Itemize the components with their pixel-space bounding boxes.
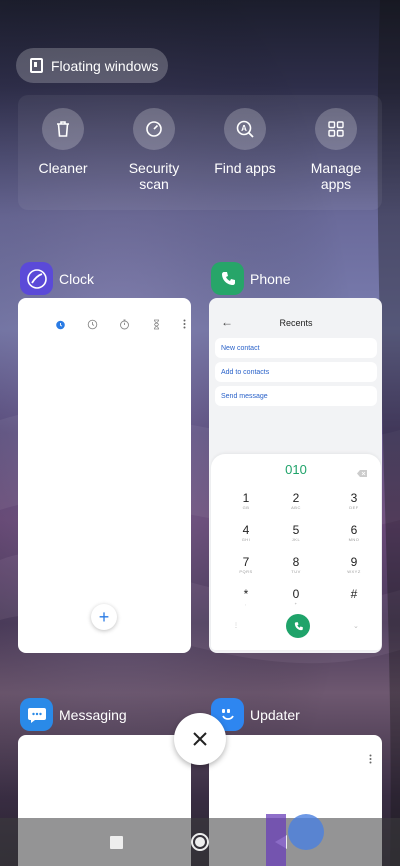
phone-app-header[interactable]: Phone	[211, 262, 290, 295]
clock-app-header[interactable]: Clock	[20, 262, 94, 295]
backspace-icon[interactable]	[357, 464, 367, 482]
key-hash[interactable]: #	[339, 588, 369, 601]
close-all-button[interactable]	[174, 713, 226, 765]
add-to-contacts-button[interactable]: Add to contacts	[215, 362, 377, 382]
stopwatch-icon[interactable]	[118, 318, 130, 330]
floating-windows-button[interactable]: Floating windows	[16, 48, 168, 83]
edge-decoration	[266, 814, 286, 866]
more-options-icon[interactable]	[369, 751, 372, 769]
messaging-app-icon	[20, 698, 53, 731]
manage-apps-label: Manage apps	[310, 160, 362, 192]
floating-window-icon	[30, 58, 43, 73]
plus-icon: +	[98, 606, 110, 627]
find-apps-label: Find apps	[214, 160, 276, 176]
more-options-icon[interactable]	[182, 318, 186, 330]
close-icon	[193, 732, 207, 746]
key-5[interactable]: 5 JKL	[281, 524, 311, 543]
key-6[interactable]: 6 MNO	[339, 524, 369, 543]
find-apps-icon: A	[224, 108, 266, 150]
dialpad-toggle-icon[interactable]: ⋮	[233, 622, 239, 629]
key-3[interactable]: 3 DEF	[339, 492, 369, 511]
messaging-app-name: Messaging	[59, 706, 127, 723]
call-button[interactable]	[286, 614, 310, 638]
trash-icon	[42, 108, 84, 150]
security-gauge-icon	[133, 108, 175, 150]
navigation-bar	[0, 814, 400, 866]
edge-decoration	[288, 814, 324, 850]
find-apps-button[interactable]: A Find apps	[205, 108, 285, 176]
security-scan-button[interactable]: Security scan	[114, 108, 194, 192]
key-star[interactable]: *,	[231, 588, 261, 607]
clock-app-name: Clock	[59, 270, 95, 287]
phone-app-card[interactable]: ← Recents New contact Add to contacts Se…	[209, 298, 382, 653]
key-7[interactable]: 7 PQRS	[231, 556, 261, 575]
clock-app-icon	[20, 262, 53, 295]
svg-text:A: A	[241, 124, 247, 133]
send-message-button[interactable]: Send message	[215, 386, 377, 406]
key-4[interactable]: 4 GHI	[231, 524, 261, 543]
home-icon	[191, 833, 209, 851]
security-scan-label: Security scan	[128, 160, 180, 192]
clock-app-card[interactable]: +	[18, 298, 191, 653]
call-icon	[294, 621, 303, 630]
timer-icon[interactable]	[150, 318, 162, 330]
new-contact-button[interactable]: New contact	[215, 338, 377, 358]
updater-app-name: Updater	[250, 706, 300, 723]
recents-title: Recents	[279, 318, 313, 328]
updater-app-header[interactable]: Updater	[211, 698, 300, 731]
world-clock-icon[interactable]	[86, 318, 98, 330]
cleaner-label: Cleaner	[38, 160, 88, 176]
cleaner-button[interactable]: Cleaner	[23, 108, 103, 176]
dialed-number: 010	[285, 462, 307, 477]
manage-apps-button[interactable]: Manage apps	[296, 108, 376, 192]
messaging-app-header[interactable]: Messaging	[20, 698, 127, 731]
home-button[interactable]	[190, 832, 210, 852]
grid-icon	[315, 108, 357, 150]
floating-windows-label: Floating windows	[51, 57, 159, 74]
phone-app-icon	[211, 262, 244, 295]
key-9[interactable]: 9 WXYZ	[339, 556, 369, 575]
collapse-dialpad-icon[interactable]: ⌄	[353, 622, 359, 630]
key-1[interactable]: 1 GB	[231, 492, 261, 511]
recents-button[interactable]	[110, 836, 123, 849]
add-alarm-button[interactable]: +	[91, 604, 117, 630]
key-2[interactable]: 2 ABC	[281, 492, 311, 511]
alarm-icon[interactable]	[54, 318, 66, 330]
clock-tabs	[54, 318, 186, 330]
phone-app-name: Phone	[250, 270, 291, 287]
key-8[interactable]: 8 TUV	[281, 556, 311, 575]
dialpad: 010 1 GB 2 ABC 3 DEF 4 GHI 5 JKL 6 MNO 7 PQRS 8…	[211, 454, 381, 650]
key-0[interactable]: 0 +	[281, 588, 311, 607]
